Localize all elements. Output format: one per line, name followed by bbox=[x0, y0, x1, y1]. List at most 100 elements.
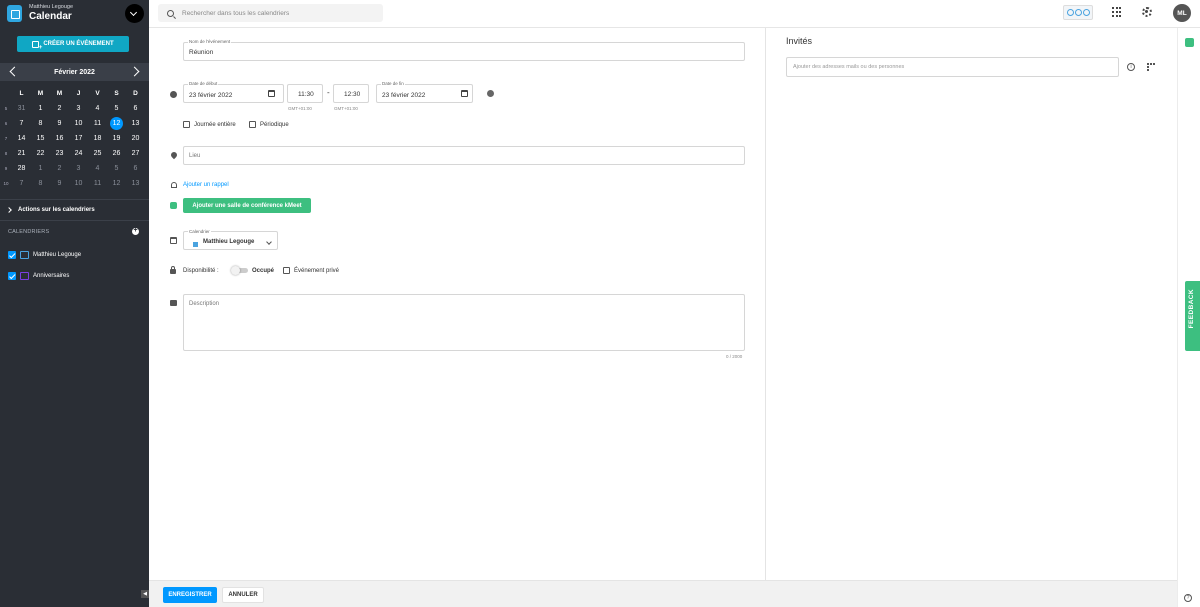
calendar-day[interactable]: 26 bbox=[107, 150, 126, 157]
calendar-day[interactable]: 11 bbox=[88, 180, 107, 187]
save-button[interactable]: ENREGISTRER bbox=[163, 587, 217, 603]
calendar-day[interactable]: 19 bbox=[107, 135, 126, 142]
calendar-day[interactable]: 3 bbox=[69, 165, 88, 172]
calendar-day[interactable]: 17 bbox=[69, 135, 88, 142]
availability-toggle[interactable] bbox=[231, 266, 248, 275]
info-icon[interactable]: i bbox=[1127, 63, 1135, 71]
calendar-day[interactable]: 1 bbox=[31, 165, 50, 172]
calendar-day[interactable]: 14 bbox=[12, 135, 31, 142]
calendar-day[interactable]: 27 bbox=[126, 150, 145, 157]
calendar-day[interactable]: 1 bbox=[31, 105, 50, 112]
calendar-select[interactable]: Calendrier Matthieu Legouge bbox=[183, 229, 278, 250]
checkbox-box[interactable] bbox=[283, 267, 290, 274]
calendar-day-label: 3 bbox=[76, 165, 81, 172]
cancel-button[interactable]: ANNULER bbox=[222, 587, 264, 603]
top-bar: ML bbox=[149, 0, 1200, 28]
calendar-day[interactable]: 24 bbox=[69, 150, 88, 157]
search-input[interactable] bbox=[182, 9, 372, 17]
calendar-day[interactable]: 25 bbox=[88, 150, 107, 157]
avatar[interactable]: ML bbox=[1173, 4, 1191, 22]
week-number: 8 bbox=[4, 151, 8, 156]
calendar-day[interactable]: 15 bbox=[31, 135, 50, 142]
guests-panel: Invités i bbox=[765, 28, 1177, 580]
help-icon[interactable]: ? bbox=[1184, 594, 1192, 602]
calendar-day[interactable]: 23 bbox=[50, 150, 69, 157]
app-menu-chevron-button[interactable] bbox=[125, 4, 144, 23]
start-time-value: 11:30 bbox=[298, 91, 314, 98]
calendar-day[interactable]: 9 bbox=[50, 180, 69, 187]
guests-title: Invités bbox=[786, 36, 813, 46]
search-bar[interactable] bbox=[158, 4, 383, 22]
description-field[interactable]: Description bbox=[183, 294, 745, 351]
chat-bubble-icon bbox=[1066, 9, 1074, 16]
calendar-day[interactable]: 7 bbox=[12, 120, 31, 127]
all-day-checkbox[interactable]: Journée entière bbox=[183, 121, 236, 128]
calendar-day[interactable]: 21 bbox=[12, 150, 31, 157]
add-kmeet-button[interactable]: Ajouter une salle de conférence kMeet bbox=[183, 198, 311, 213]
calendar-day[interactable]: 9 bbox=[50, 120, 69, 127]
calendar-day[interactable]: 7 bbox=[12, 180, 31, 187]
checkbox-box[interactable] bbox=[183, 121, 190, 128]
event-name-field[interactable]: Nom de l'événement Réunion bbox=[183, 39, 745, 61]
calendar-day[interactable]: 18 bbox=[88, 135, 107, 142]
collapse-sidebar-button[interactable]: ◀ bbox=[141, 590, 149, 598]
calendar-day[interactable]: 3 bbox=[69, 105, 88, 112]
calendar-day[interactable]: 5 bbox=[107, 105, 126, 112]
calendar-day[interactable]: 6 bbox=[126, 105, 145, 112]
timezone-globe-icon[interactable] bbox=[487, 90, 494, 97]
calendar-picker-icon[interactable] bbox=[268, 90, 275, 97]
calendar-day[interactable]: 12 bbox=[107, 180, 126, 187]
calendar-day[interactable]: 6 bbox=[126, 165, 145, 172]
calendar-day[interactable]: 31 bbox=[12, 105, 31, 112]
calendar-checkbox[interactable] bbox=[8, 251, 16, 259]
start-time-field[interactable]: 11:30 bbox=[287, 84, 323, 103]
kmeet-icon bbox=[170, 202, 177, 209]
create-event-button[interactable]: CRÉER UN ÉVÉNEMENT bbox=[17, 36, 129, 52]
calendar-actions-toggle[interactable]: Actions sur les calendriers bbox=[0, 199, 149, 221]
calendar-day[interactable]: 2 bbox=[50, 105, 69, 112]
calendar-day[interactable]: 20 bbox=[126, 135, 145, 142]
calendar-day[interactable]: 13 bbox=[126, 180, 145, 187]
calendar-day[interactable]: 22 bbox=[31, 150, 50, 157]
location-field[interactable]: Lieu bbox=[183, 146, 745, 165]
private-event-checkbox[interactable]: Événement privé bbox=[283, 267, 339, 274]
add-calendar-icon[interactable]: + bbox=[132, 227, 139, 235]
gear-icon[interactable] bbox=[1142, 7, 1152, 17]
calendar-day[interactable]: 2 bbox=[50, 165, 69, 172]
kmeet-rail-icon[interactable] bbox=[1185, 38, 1194, 47]
calendar-item-matthieu[interactable]: Matthieu Legouge bbox=[8, 250, 81, 260]
calendar-picker-icon[interactable] bbox=[461, 90, 468, 97]
feedback-tab[interactable]: FEEDBACK bbox=[1185, 281, 1200, 351]
checkbox-box[interactable] bbox=[249, 121, 256, 128]
end-time-field[interactable]: 12:30 bbox=[333, 84, 369, 103]
end-date-field[interactable]: Date de fin 23 février 2022 bbox=[376, 81, 473, 103]
calendar-day[interactable]: 10 bbox=[69, 120, 88, 127]
calendar-day[interactable]: 8 bbox=[31, 180, 50, 187]
calendar-day[interactable]: 13 bbox=[126, 120, 145, 127]
calendar-day[interactable]: 5 bbox=[107, 165, 126, 172]
recurring-checkbox[interactable]: Périodique bbox=[249, 121, 289, 128]
calendar-day[interactable]: 4 bbox=[88, 165, 107, 172]
calendar-day[interactable]: 8 bbox=[31, 120, 50, 127]
start-date-field[interactable]: Date de début 23 février 2022 bbox=[183, 81, 284, 103]
chevron-left-icon[interactable] bbox=[9, 66, 20, 77]
add-reminder-link[interactable]: Ajouter un rappel bbox=[183, 182, 229, 188]
apps-grid-icon[interactable] bbox=[1112, 7, 1122, 17]
guests-input[interactable] bbox=[786, 57, 1119, 77]
calendar-icon bbox=[170, 237, 177, 244]
calendar-day[interactable]: 4 bbox=[88, 105, 107, 112]
calendar-day-today[interactable]: 12 bbox=[107, 117, 126, 130]
weekday-label: S bbox=[114, 90, 119, 97]
lock-icon bbox=[170, 266, 176, 274]
calendar-day[interactable]: 11 bbox=[88, 120, 107, 127]
calendar-day[interactable]: 16 bbox=[50, 135, 69, 142]
chevron-right-icon[interactable] bbox=[129, 66, 140, 77]
calendar-day[interactable]: 28 bbox=[12, 165, 31, 172]
calendar-item-anniversaires[interactable]: Anniversaires bbox=[8, 271, 69, 281]
kchat-toggle-button[interactable] bbox=[1063, 5, 1093, 20]
weekday-label: L bbox=[19, 90, 24, 97]
calendar-checkbox[interactable] bbox=[8, 272, 16, 280]
calendar-day[interactable]: 10 bbox=[69, 180, 88, 187]
address-book-icon[interactable] bbox=[1147, 63, 1155, 71]
calendar-day-label: 6 bbox=[133, 165, 138, 172]
